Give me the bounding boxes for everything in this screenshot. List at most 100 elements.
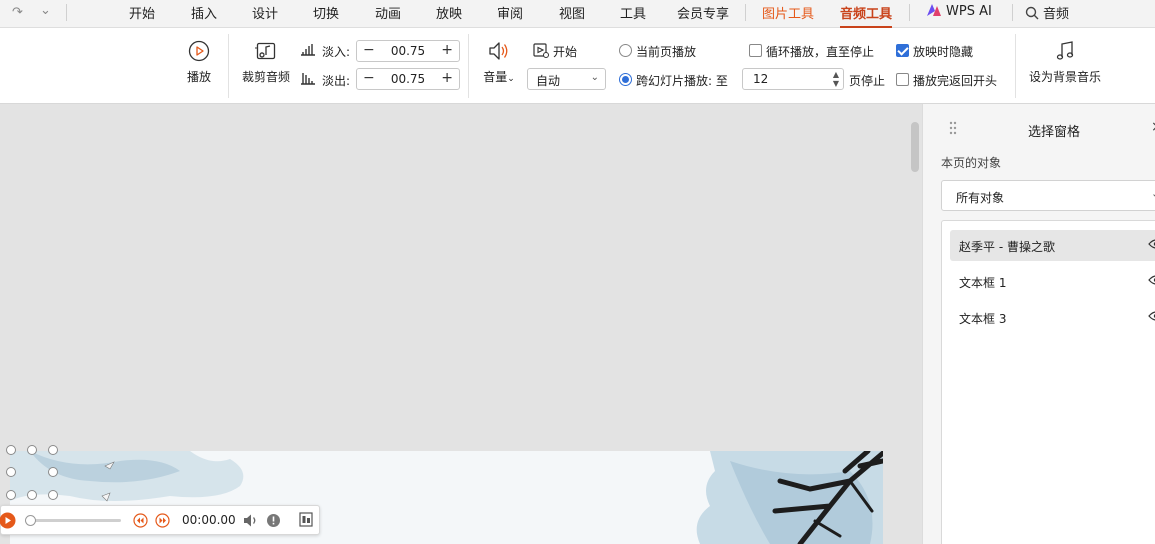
visibility-eye-icon[interactable]: [1148, 238, 1155, 250]
start-mode-value: 自动: [536, 74, 561, 88]
resize-handle[interactable]: [48, 467, 58, 477]
progress-thumb[interactable]: [25, 515, 36, 526]
trim-audio-button[interactable]: 裁剪音频: [240, 40, 292, 85]
audio-player-bar: 00:00.00: [0, 505, 320, 535]
player-volume-icon[interactable]: [243, 513, 259, 528]
search-audio-label: 音频: [1043, 7, 1070, 22]
redo-icon[interactable]: ↷: [12, 5, 23, 20]
progress-track[interactable]: [25, 519, 121, 522]
wps-ai-logo-icon: [927, 4, 941, 16]
search-icon: [1025, 6, 1039, 20]
ribbon-divider: [228, 34, 229, 98]
trim-audio-icon: [255, 42, 276, 60]
set-background-music-button[interactable]: 设为背景音乐: [1028, 40, 1102, 85]
pane-title: 选择窗格: [1027, 125, 1080, 140]
volume-button[interactable]: 音量⌄: [480, 40, 518, 85]
resize-handle[interactable]: [48, 445, 58, 455]
fade-out-label: 淡出:: [322, 74, 351, 88]
tab-home[interactable]: 开始: [129, 3, 155, 22]
fade-in-increment-button[interactable]: +: [441, 42, 453, 58]
menu-divider: [1012, 4, 1013, 21]
fade-in-stepper[interactable]: − 00.75 +: [356, 40, 460, 62]
resize-handle[interactable]: [48, 490, 58, 500]
fade-in-label: 淡入:: [322, 45, 351, 59]
quick-access-chevron-icon[interactable]: ⌄: [40, 3, 51, 18]
play-button[interactable]: 播放: [182, 40, 216, 85]
object-filter-dropdown[interactable]: 所有对象 ⌄: [941, 180, 1155, 211]
volume-label: 音量: [483, 70, 508, 84]
stop-page-input[interactable]: 12 ▲ ▼: [742, 68, 844, 90]
audio-settings-icon[interactable]: [299, 512, 314, 528]
rewind-checkbox[interactable]: [896, 73, 909, 86]
resize-handle[interactable]: [27, 490, 37, 500]
object-name: 文本框 1: [959, 276, 1007, 290]
menu-divider: [66, 4, 67, 21]
search-audio[interactable]: 音频: [1025, 3, 1069, 22]
play-circle-icon: [188, 40, 210, 62]
music-note-icon: [1056, 41, 1074, 60]
loop-checkbox[interactable]: [749, 44, 762, 57]
current-page-label: 当前页播放: [636, 45, 697, 59]
fade-in-icon: [301, 44, 315, 56]
selection-pane: 选择窗格 × 本页的对象 所有对象 ⌄ 赵季平 - 曹操之歌 文本框 1 文本框…: [922, 104, 1155, 544]
set-background-music-label: 设为背景音乐: [1028, 70, 1101, 84]
tab-wps-ai[interactable]: WPS AI: [926, 3, 992, 19]
fade-out-icon: [301, 73, 315, 85]
menu-divider: [909, 4, 910, 21]
stop-page-up-icon[interactable]: ▲: [833, 71, 839, 79]
chevron-down-icon: ⌄: [1151, 187, 1155, 200]
tab-picture-tools[interactable]: 图片工具: [762, 3, 814, 22]
stop-page-value: 12: [753, 72, 769, 86]
fast-forward-icon[interactable]: [155, 513, 170, 528]
page-stop-label: 页停止: [849, 74, 886, 88]
speaker-icon: [489, 42, 508, 60]
info-icon[interactable]: [266, 513, 281, 528]
hide-during-show-label: 放映时隐藏: [913, 45, 974, 59]
resize-handle[interactable]: [6, 445, 16, 455]
volume-dropdown-icon: ⌄: [507, 74, 515, 84]
tab-review[interactable]: 审阅: [497, 3, 523, 22]
object-filter-value: 所有对象: [956, 191, 1005, 205]
list-item[interactable]: 文本框 1: [950, 266, 1155, 297]
ribbon-divider: [468, 34, 469, 98]
trim-audio-label: 裁剪音频: [241, 70, 290, 84]
play-label: 播放: [186, 70, 211, 84]
tab-design[interactable]: 设计: [252, 3, 278, 22]
tab-tools[interactable]: 工具: [620, 3, 646, 22]
object-name: 文本框 3: [959, 312, 1007, 326]
ribbon-divider: [1015, 34, 1016, 98]
fade-out-stepper[interactable]: − 00.75 +: [356, 68, 460, 90]
menu-bar: ↷ ⌄ 开始 插入 设计 切换 动画 放映 审阅 视图 工具 会员专享 图片工具…: [0, 0, 1155, 28]
resize-handle[interactable]: [6, 490, 16, 500]
canvas-scrollbar[interactable]: [911, 122, 919, 172]
resize-handle[interactable]: [27, 445, 37, 455]
tab-transitions[interactable]: 切换: [313, 3, 339, 22]
object-name: 赵季平 - 曹操之歌: [959, 240, 1055, 254]
tab-insert[interactable]: 插入: [191, 3, 217, 22]
visibility-eye-icon[interactable]: [1148, 310, 1155, 322]
tab-animation[interactable]: 动画: [375, 3, 401, 22]
rewind-icon[interactable]: [133, 513, 148, 528]
tab-view[interactable]: 视图: [559, 3, 585, 22]
wps-ai-label: WPS AI: [946, 4, 992, 19]
rewind-label: 播放完返回开头: [913, 74, 998, 88]
loop-label: 循环播放，直至停止: [766, 45, 875, 59]
visibility-eye-icon[interactable]: [1148, 274, 1155, 286]
start-icon: [533, 43, 549, 58]
hide-during-show-checkbox[interactable]: [896, 44, 909, 57]
stop-page-down-icon[interactable]: ▼: [833, 80, 839, 88]
tab-audio-tools[interactable]: 音频工具: [840, 3, 893, 28]
list-item[interactable]: 文本框 3: [950, 302, 1155, 333]
fade-out-increment-button[interactable]: +: [441, 70, 453, 86]
cross-slide-radio[interactable]: [619, 73, 632, 86]
tab-slideshow[interactable]: 放映: [436, 3, 462, 22]
start-label: 开始: [553, 45, 578, 59]
list-item[interactable]: 赵季平 - 曹操之歌: [950, 230, 1155, 261]
player-play-icon[interactable]: [0, 512, 16, 529]
current-page-radio[interactable]: [619, 44, 632, 57]
tab-member[interactable]: 会员专享: [677, 3, 729, 22]
chevron-down-icon: ⌄: [590, 72, 599, 83]
start-mode-select[interactable]: 自动 ⌄: [527, 68, 606, 90]
close-icon[interactable]: ×: [1151, 119, 1155, 135]
resize-handle[interactable]: [6, 467, 16, 477]
